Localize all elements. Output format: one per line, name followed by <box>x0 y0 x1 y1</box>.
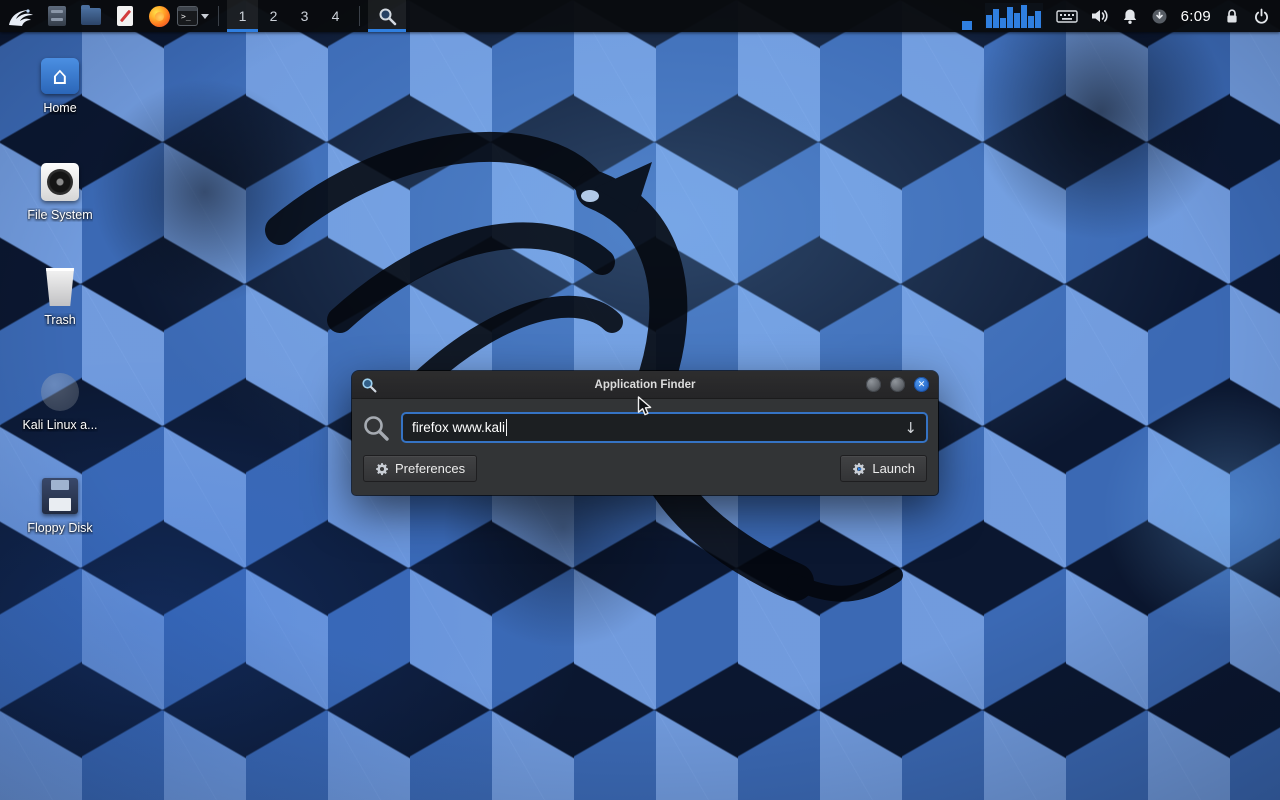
window-title: Application Finder <box>352 379 938 391</box>
file-manager-icon <box>81 8 101 25</box>
desktop-icon-label: Trash <box>44 313 76 327</box>
house-glyph: ⌂ <box>52 64 67 88</box>
close-icon: ✕ <box>918 380 926 390</box>
launch-button[interactable]: Launch <box>840 455 927 482</box>
workspace-label: 3 <box>301 8 309 24</box>
desktop: >_ 1 2 3 4 <box>0 0 1280 800</box>
workspace-button-3[interactable]: 3 <box>289 0 320 32</box>
preferences-label: Preferences <box>395 461 465 476</box>
desktop-icon-filesystem[interactable]: File System <box>14 157 106 262</box>
clock[interactable]: 6:09 <box>1181 8 1211 25</box>
file-cabinet-icon <box>48 6 66 26</box>
magnifier-icon <box>378 7 397 26</box>
terminal-icon: >_ <box>177 6 198 26</box>
notifications-bell-icon[interactable] <box>1122 8 1138 25</box>
panel-separator <box>359 6 360 26</box>
kali-menu-button[interactable] <box>0 0 40 32</box>
home-icon: ⌂ <box>41 58 79 94</box>
search-input-value: firefox www.kali <box>412 420 505 435</box>
launch-icon <box>852 462 866 476</box>
search-row: firefox www.kali ↓ <box>362 409 928 454</box>
workspace-label: 4 <box>332 8 340 24</box>
search-icon <box>362 414 390 442</box>
volume-icon[interactable] <box>1091 8 1109 24</box>
updates-icon[interactable] <box>1151 8 1168 25</box>
panel-tray: 6:09 <box>962 0 1280 32</box>
chevron-down-icon[interactable] <box>201 14 209 19</box>
keyboard-layout-icon[interactable] <box>1056 9 1078 24</box>
mini-monitor-block <box>962 21 972 30</box>
text-cursor <box>506 419 507 436</box>
desktop-icon-floppy[interactable]: Floppy Disk <box>14 472 106 577</box>
terminal-prompt-glyph: >_ <box>181 13 191 21</box>
minimize-button[interactable] <box>866 377 881 392</box>
desktop-icon-label: File System <box>27 208 92 222</box>
workspace-button-4[interactable]: 4 <box>320 0 351 32</box>
preferences-button[interactable]: Preferences <box>363 455 477 482</box>
filesystem-icon <box>41 163 79 201</box>
firefox-icon <box>149 6 170 27</box>
trash-icon <box>44 268 76 306</box>
desktop-icon-label: Floppy Disk <box>27 521 92 535</box>
text-editor-icon <box>117 6 133 26</box>
maximize-button[interactable] <box>890 377 905 392</box>
power-icon[interactable] <box>1253 8 1270 25</box>
button-row: Preferences Launch <box>362 454 928 482</box>
workspace-button-2[interactable]: 2 <box>258 0 289 32</box>
workspace-label: 2 <box>270 8 278 24</box>
system-monitor-graph[interactable] <box>985 3 1043 29</box>
launch-label: Launch <box>872 461 915 476</box>
search-input[interactable]: firefox www.kali ↓ <box>401 412 928 443</box>
application-finder-window: Application Finder ✕ firefox www.kali ↓ <box>352 371 938 495</box>
window-controls: ✕ <box>866 377 929 392</box>
appfinder-body: firefox www.kali ↓ Preferences <box>352 399 938 495</box>
taskbar-appfinder-button[interactable] <box>368 0 406 32</box>
desktop-icon-home[interactable]: ⌂ Home <box>14 52 106 157</box>
close-button[interactable]: ✕ <box>914 377 929 392</box>
panel-separator <box>218 6 219 26</box>
desktop-icon-trash[interactable]: Trash <box>14 262 106 367</box>
panel-left: >_ 1 2 3 4 <box>0 0 406 32</box>
launcher-file-manager[interactable] <box>75 0 107 32</box>
desktop-icon-list: ⌂ Home File System Trash Kali Linux a...… <box>14 52 106 577</box>
floppy-icon <box>42 478 78 514</box>
launcher-terminal[interactable]: >_ <box>177 0 209 32</box>
desktop-icon-label: Home <box>43 101 76 115</box>
launcher-file-cabinet[interactable] <box>41 0 73 32</box>
volume-disk-icon <box>41 373 79 411</box>
desktop-icon-label: Kali Linux a... <box>22 418 97 432</box>
launcher-firefox[interactable] <box>143 0 175 32</box>
launcher-text-editor[interactable] <box>109 0 141 32</box>
top-panel: >_ 1 2 3 4 <box>0 0 1280 32</box>
kali-logo-icon <box>7 4 33 28</box>
desktop-icon-kali-volume[interactable]: Kali Linux a... <box>14 367 106 472</box>
titlebar[interactable]: Application Finder ✕ <box>352 371 938 399</box>
lock-screen-icon[interactable] <box>1224 8 1240 25</box>
history-dropdown-icon[interactable]: ↓ <box>904 419 917 437</box>
workspace-button-1[interactable]: 1 <box>227 0 258 32</box>
gear-icon <box>375 462 389 476</box>
workspace-label: 1 <box>239 8 247 24</box>
